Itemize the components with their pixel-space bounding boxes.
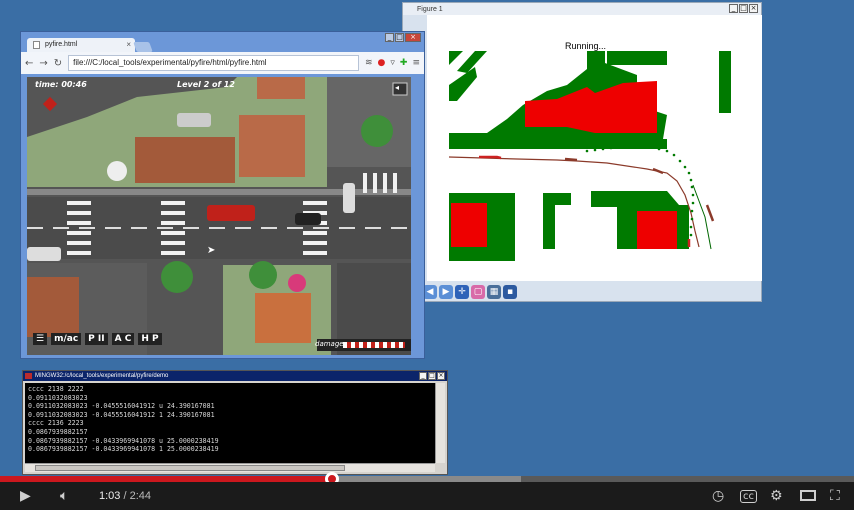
game-scene [27, 77, 411, 355]
close-button[interactable]: × [749, 4, 758, 13]
minimize-button[interactable]: _ [419, 372, 427, 380]
terminal-line: 0.0911032083023 [28, 393, 88, 402]
tab-strip: pyfire.html × _ □ × [21, 32, 424, 52]
terminal-window: MINGW32:/c/local_tools/experimental/pyfi… [22, 370, 448, 475]
current-time: 1:03 [99, 490, 121, 502]
terminal-line: cccc 2136 2223 [28, 419, 84, 428]
status-text: Running... [565, 41, 607, 51]
figure-canvas[interactable]: Running... [427, 15, 762, 281]
play-icon[interactable]: ▶ [20, 488, 31, 504]
menu-lines-icon[interactable]: ≋ [365, 58, 373, 68]
adblock-icon[interactable]: ● [378, 58, 386, 68]
time-display: 1:03 / 2:44 [99, 490, 151, 502]
close-tab-icon[interactable]: × [126, 40, 131, 49]
damage-label: damage [315, 340, 344, 348]
menu-icon[interactable]: ≡ [412, 58, 420, 68]
figure-window: Figure 1 _ □ × Running... ◀ ▶ ✛ ▢ ▦ ▪ [402, 2, 762, 302]
subplots-icon[interactable]: ▦ [487, 285, 501, 299]
watch-later-icon[interactable]: ◷ [712, 488, 724, 504]
close-button[interactable]: × [437, 372, 445, 380]
pan-icon[interactable]: ✛ [455, 285, 469, 299]
terminal-line: 0.0911032083023 -0.0455516041912 u 24.39… [28, 402, 215, 411]
reload-icon[interactable]: ↻ [54, 58, 62, 69]
game-menu-button[interactable]: ☰ [33, 333, 48, 345]
captions-icon[interactable]: cc [740, 490, 757, 503]
browser-toolbar: ← → ↻ file:///C:/local_tools/experimenta… [21, 52, 424, 74]
maximize-button[interactable]: □ [395, 33, 404, 42]
fullscreen-icon[interactable]: ⛶ [830, 488, 840, 504]
game-restart-button[interactable]: A C [111, 333, 135, 345]
terminal-output[interactable]: cccc 2138 2222 0.0911032083023 0.091103208… [25, 383, 435, 463]
player-controls: ▶ 🔈︎ 1:03 / 2:44 ◷ cc ⚙ ⛶ [0, 482, 854, 510]
vertical-scrollbar[interactable] [435, 383, 445, 463]
game-help-button[interactable]: H P [138, 333, 162, 345]
tab-title: pyfire.html [45, 41, 78, 48]
address-bar[interactable]: file:///C:/local_tools/experimental/pyfi… [68, 55, 359, 71]
back-icon[interactable]: ← [25, 58, 33, 69]
maximize-button[interactable]: □ [428, 372, 436, 380]
close-button[interactable]: × [405, 33, 421, 42]
terminal-line: 0.0867939882157 [28, 427, 88, 436]
terminal-title: MINGW32:/c/local_tools/experimental/pyfi… [35, 373, 169, 379]
puzzle-icon[interactable]: ✚ [400, 58, 408, 68]
figure-title: Figure 1 [417, 5, 443, 13]
terminal-line: 0.0867939882157 -0.0433969941078 u 25.00… [28, 436, 219, 445]
forward-icon[interactable]: ▶ [439, 285, 453, 299]
map-plot [448, 51, 731, 261]
forward-icon[interactable]: → [39, 58, 47, 69]
game-level-label: Level 2 of 12 [177, 80, 235, 89]
horizontal-scrollbar[interactable] [25, 463, 435, 472]
volume-icon[interactable]: 🔈︎ [60, 488, 68, 504]
browser-window: pyfire.html × _ □ × ← → ↻ file:///C:/loc… [20, 31, 425, 359]
damage-meter [343, 342, 405, 348]
page-icon [33, 41, 40, 49]
terminal-line: 0.0911032083023 -0.0455516041912 1 24.39… [28, 410, 215, 419]
terminal-line: cccc 2138 2222 [28, 385, 84, 393]
scroll-thumb[interactable] [35, 465, 345, 471]
game-music-button[interactable]: m/ac [51, 333, 82, 345]
figure-titlebar[interactable]: Figure 1 [403, 3, 761, 15]
minimize-button[interactable]: _ [385, 33, 394, 42]
game-button-bar: ☰ m/ac P II A C H P [33, 333, 162, 345]
figure-toolbar: ◀ ▶ ✛ ▢ ▦ ▪ [423, 285, 517, 301]
game-canvas[interactable]: time: 00:46 Level 2 of 12 ◂ damage ☰ m/a… [27, 77, 411, 355]
tab-pyfire[interactable]: pyfire.html × [27, 38, 135, 52]
terminal-icon [25, 373, 32, 379]
back-icon[interactable]: ◀ [423, 285, 437, 299]
settings-icon[interactable]: ⚙ [770, 488, 783, 504]
save-icon[interactable]: ▪ [503, 285, 517, 299]
new-tab-button[interactable] [133, 42, 153, 52]
theater-mode-icon[interactable] [800, 490, 816, 501]
sound-icon[interactable]: ◂ [395, 83, 399, 92]
shield-icon[interactable]: ▿ [390, 58, 395, 68]
game-time-label: time: 00:46 [35, 80, 87, 89]
game-pause-button[interactable]: P II [85, 333, 108, 345]
zoom-icon[interactable]: ▢ [471, 285, 485, 299]
mouse-cursor-icon: ➤ [207, 245, 216, 256]
terminal-titlebar[interactable]: MINGW32:/c/local_tools/experimental/pyfi… [23, 371, 447, 381]
minimize-button[interactable]: _ [729, 4, 738, 13]
duration: 2:44 [129, 490, 152, 502]
maximize-button[interactable]: □ [739, 4, 748, 13]
terminal-line: 0.0867939882157 -0.0433969941078 1 25.00… [28, 445, 219, 454]
